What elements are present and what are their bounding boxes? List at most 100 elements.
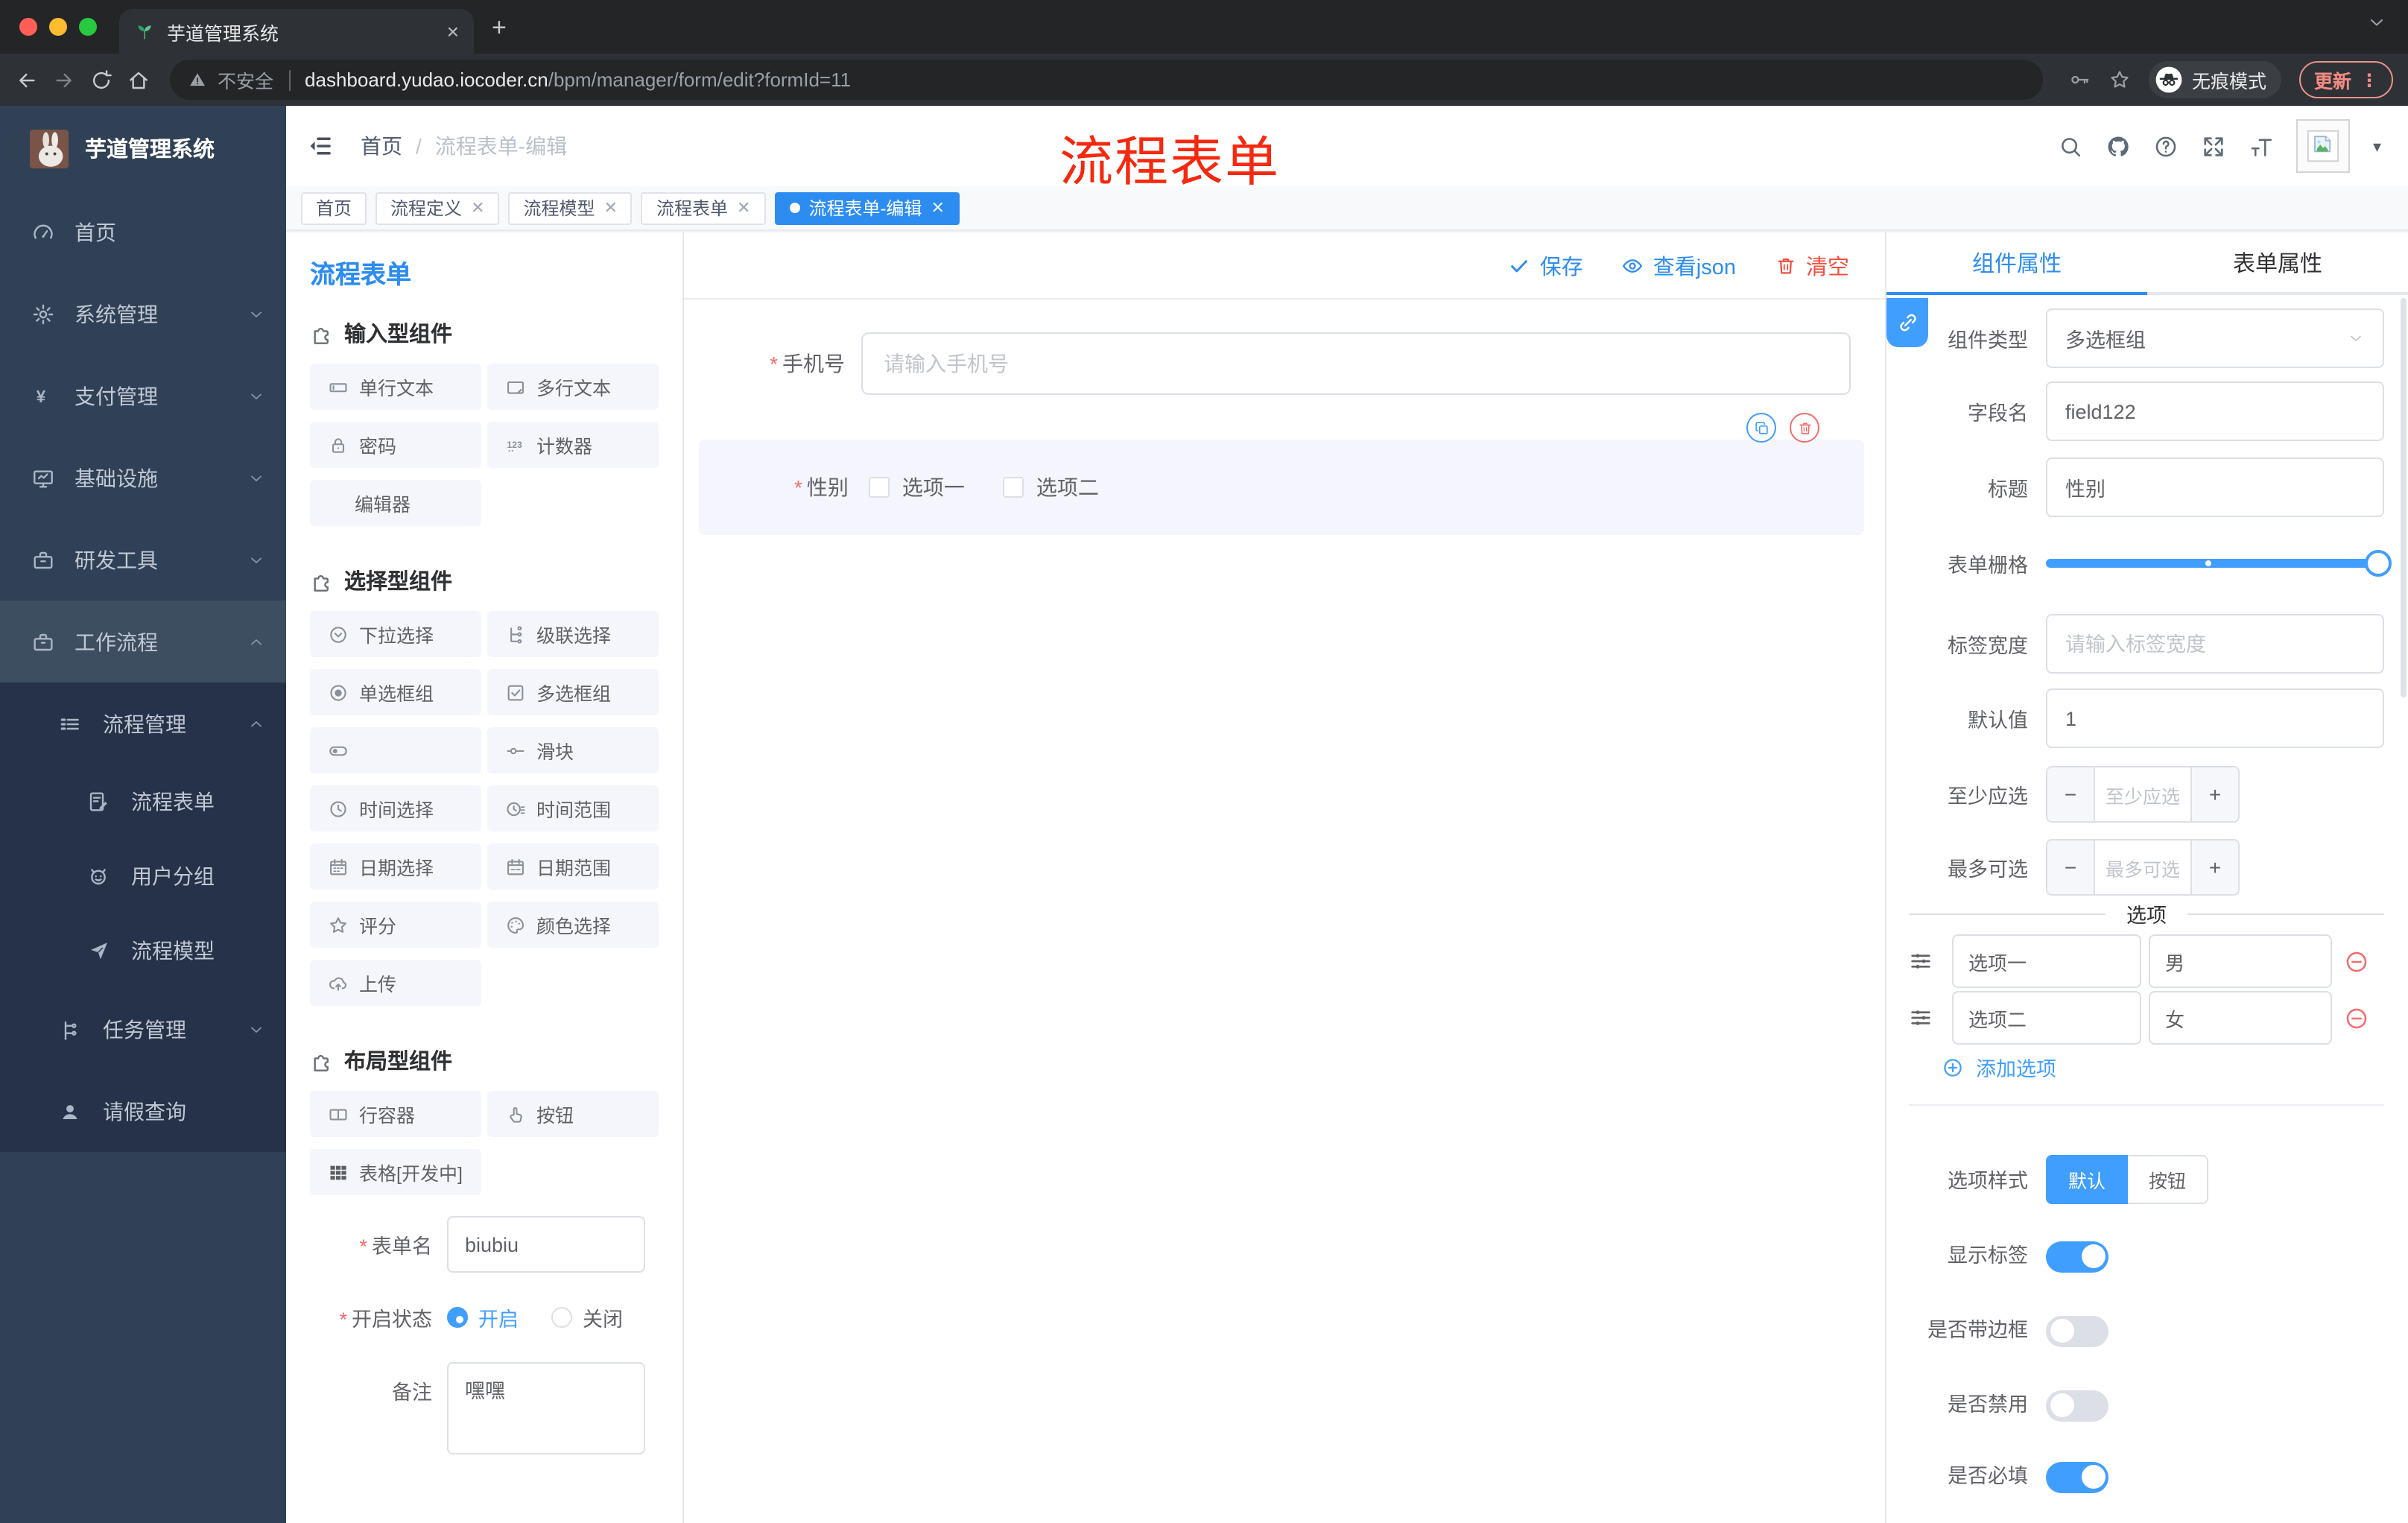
sidebar-item-process-management[interactable]: 流程管理 xyxy=(0,683,286,764)
status-radio-off[interactable]: 关闭 xyxy=(551,1302,623,1332)
sidebar-item-infrastructure[interactable]: 基础设施 xyxy=(0,437,286,519)
browser-tab[interactable]: 芋道管理系统 × xyxy=(119,9,474,54)
border-toggle[interactable] xyxy=(2046,1315,2108,1346)
view-json-button[interactable]: 查看json xyxy=(1622,250,1736,281)
selected-widget-gender[interactable]: * 性别 选项一 选项二 xyxy=(699,413,1864,535)
bookmark-star-icon[interactable] xyxy=(2108,69,2131,91)
palette-item-switch[interactable] xyxy=(310,727,481,773)
reload-icon[interactable] xyxy=(89,68,113,92)
field-name-input[interactable] xyxy=(2046,381,2384,441)
tab-close-icon[interactable]: × xyxy=(447,19,459,43)
minus-button[interactable]: − xyxy=(2047,767,2095,821)
style-button-button[interactable]: 按钮 xyxy=(2128,1154,2209,1203)
browser-update-button[interactable]: 更新 ⋮ xyxy=(2298,61,2393,98)
remove-option-icon[interactable] xyxy=(2344,949,2369,974)
palette-item-cascader[interactable]: 级联选择 xyxy=(487,611,659,657)
palette-item-counter[interactable]: 123 计数器 xyxy=(487,422,659,468)
palette-item-button[interactable]: 按钮 xyxy=(487,1091,659,1137)
sidebar-logo[interactable]: 芋道管理系统 xyxy=(0,106,286,191)
plus-button[interactable]: + xyxy=(2190,840,2238,894)
sidebar-item-task-management[interactable]: 任务管理 xyxy=(0,988,286,1070)
palette-item-editor[interactable]: 编辑器 xyxy=(310,480,481,526)
checkbox-box[interactable] xyxy=(869,477,890,498)
tag-process-model[interactable]: 流程模型 ✕ xyxy=(508,191,633,224)
address-bar[interactable]: 不安全 dashboard.yudao.iocoder.cn/bpm/manag… xyxy=(170,60,2043,100)
sidebar-item-user-group[interactable]: 用户分组 xyxy=(0,839,286,914)
palette-item-radio-group[interactable]: 单选框组 xyxy=(310,669,481,715)
palette-item-rate[interactable]: 评分 xyxy=(310,902,481,948)
panel-scrollbar[interactable] xyxy=(2401,298,2407,697)
clear-button[interactable]: 清空 xyxy=(1775,250,1849,281)
drag-handle-icon[interactable] xyxy=(1909,1006,1933,1030)
breadcrumb-home[interactable]: 首页 xyxy=(361,131,402,161)
palette-item-checkbox-group[interactable]: 多选框组 xyxy=(487,669,659,715)
required-toggle[interactable] xyxy=(2046,1461,2108,1492)
help-icon[interactable] xyxy=(2154,133,2179,159)
save-button[interactable]: 保存 xyxy=(1509,250,1583,281)
palette-item-color-picker[interactable]: 颜色选择 xyxy=(487,902,659,948)
checkbox-option-2[interactable]: 选项二 xyxy=(1003,472,1099,502)
checkbox-option-1[interactable]: 选项一 xyxy=(869,472,965,502)
avatar[interactable] xyxy=(2296,119,2351,173)
option-1-value-input[interactable] xyxy=(2149,934,2332,988)
form-remark-textarea[interactable]: 嘿嘿 xyxy=(447,1362,645,1454)
disabled-toggle[interactable] xyxy=(2046,1390,2108,1421)
new-tab-button[interactable]: + xyxy=(492,13,507,43)
tag-close-icon[interactable]: ✕ xyxy=(471,198,484,218)
palette-item-time-range[interactable]: 时间范围 xyxy=(487,785,659,832)
option-2-label-input[interactable] xyxy=(1952,991,2141,1045)
minus-button[interactable]: − xyxy=(2047,840,2095,894)
tab-form-props[interactable]: 表单属性 xyxy=(2147,232,2408,292)
github-icon[interactable] xyxy=(2106,133,2132,159)
palette-item-upload[interactable]: 上传 xyxy=(310,960,481,1006)
remove-option-icon[interactable] xyxy=(2344,1005,2369,1030)
tab-overflow-chevron-icon[interactable] xyxy=(2366,12,2387,33)
max-select-placeholder[interactable]: 最多可选 xyxy=(2095,840,2190,894)
phone-input[interactable] xyxy=(861,332,1851,395)
option-1-label-input[interactable] xyxy=(1952,934,2141,988)
tag-close-icon[interactable]: ✕ xyxy=(737,198,750,218)
back-icon[interactable] xyxy=(15,68,39,92)
home-icon[interactable] xyxy=(127,68,150,92)
fullscreen-icon[interactable] xyxy=(2202,133,2227,159)
option-2-value-input[interactable] xyxy=(2149,991,2332,1045)
drag-handle-icon[interactable] xyxy=(1909,949,1933,973)
phone-field-row[interactable]: * 手机号 xyxy=(684,332,1885,395)
palette-item-date-picker[interactable]: 日期选择 xyxy=(310,843,481,890)
add-option-button[interactable]: 添加选项 xyxy=(1942,1052,2056,1082)
sidebar-item-home[interactable]: 首页 xyxy=(0,191,286,273)
tab-component-props[interactable]: 组件属性 xyxy=(1886,232,2147,292)
grid-slider-handle[interactable] xyxy=(2365,550,2392,577)
tag-process-form-edit[interactable]: 流程表单-编辑 ✕ xyxy=(774,191,960,224)
palette-item-slider[interactable]: 滑块 xyxy=(487,727,659,773)
browser-menu-icon[interactable]: ⋮ xyxy=(2360,69,2378,90)
tag-home[interactable]: 首页 xyxy=(301,191,367,224)
label-width-input[interactable] xyxy=(2046,614,2384,674)
password-key-icon[interactable] xyxy=(2068,69,2091,91)
min-select-placeholder[interactable]: 至少应选 xyxy=(2095,767,2190,821)
sidebar-item-devtools[interactable]: 研发工具 xyxy=(0,519,286,601)
status-radio-on[interactable]: 开启 xyxy=(447,1302,519,1332)
component-type-select[interactable]: 多选框组 xyxy=(2046,308,2384,368)
tag-close-icon[interactable]: ✕ xyxy=(931,198,944,218)
tag-close-icon[interactable]: ✕ xyxy=(604,198,618,218)
palette-item-table[interactable]: 表格[开发中] xyxy=(310,1149,481,1195)
palette-item-date-range[interactable]: 日期范围 xyxy=(487,843,659,890)
delete-widget-button[interactable] xyxy=(1790,413,1819,443)
palette-item-password[interactable]: 密码 xyxy=(310,422,481,468)
palette-item-select[interactable]: 下拉选择 xyxy=(310,611,481,657)
maximize-window-button[interactable] xyxy=(79,18,97,36)
palette-item-multi-line-text[interactable]: 多行文本 xyxy=(487,364,659,410)
tag-process-definition[interactable]: 流程定义 ✕ xyxy=(376,191,500,224)
palette-item-row-container[interactable]: 行容器 xyxy=(310,1091,481,1137)
copy-widget-button[interactable] xyxy=(1746,413,1776,443)
sidebar-item-leave-query[interactable]: 请假查询 xyxy=(0,1070,286,1152)
style-default-button[interactable]: 默认 xyxy=(2046,1154,2129,1203)
avatar-caret-icon[interactable]: ▾ xyxy=(2373,136,2381,156)
font-size-icon[interactable] xyxy=(2249,133,2275,159)
palette-item-single-line-text[interactable]: 单行文本 xyxy=(310,364,481,410)
default-value-input[interactable] xyxy=(2046,688,2384,748)
plus-button[interactable]: + xyxy=(2190,767,2238,821)
minimize-window-button[interactable] xyxy=(49,18,67,36)
sidebar-item-process-model[interactable]: 流程模型 xyxy=(0,914,286,988)
